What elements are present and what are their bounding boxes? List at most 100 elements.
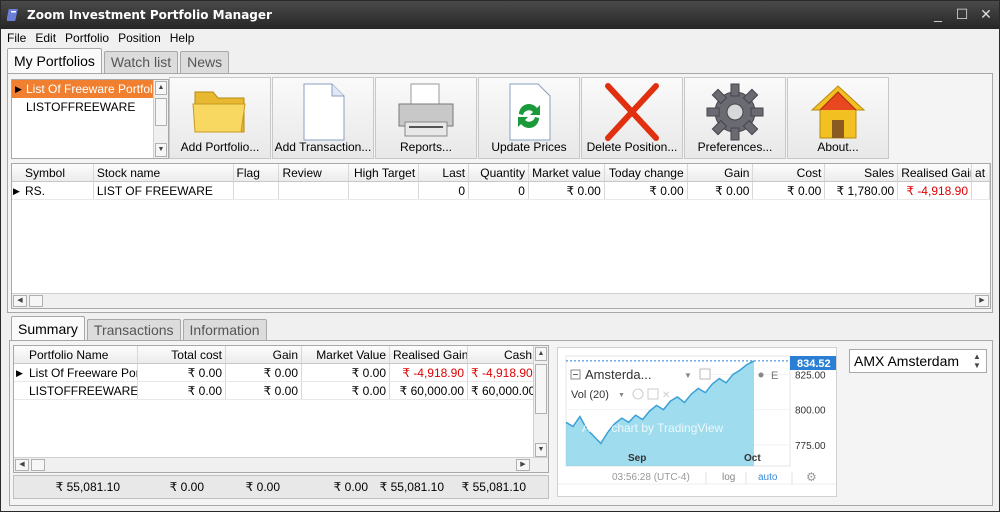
column-header[interactable]: Cash <box>468 346 536 363</box>
scroll-right-icon[interactable]: ▶ <box>516 459 530 471</box>
top-tab-bar: My Portfolios Watch list News <box>7 48 231 73</box>
tab-news[interactable]: News <box>180 51 230 73</box>
column-header[interactable]: Sales <box>825 164 899 181</box>
column-header[interactable]: at <box>972 164 990 181</box>
table-row[interactable]: ▶ RS. LIST OF FREEWARE 0 0 ₹ 0.00 ₹ 0.00… <box>12 182 990 200</box>
reports-button[interactable]: Reports... <box>375 77 477 159</box>
y-tick-label: 825.00 <box>795 370 826 381</box>
table-cell: LIST OF FREEWARE <box>94 182 234 199</box>
document-icon <box>303 83 345 141</box>
tab-watch-list[interactable]: Watch list <box>103 51 179 73</box>
scroll-down-icon[interactable]: ▼ <box>155 143 167 157</box>
column-header[interactable]: Stock name <box>94 164 234 181</box>
column-header[interactable]: Total cost <box>138 346 226 363</box>
column-header[interactable]: Last <box>419 164 470 181</box>
scroll-left-icon[interactable]: ◀ <box>15 459 29 471</box>
scroll-up-icon[interactable]: ▲ <box>535 347 547 361</box>
settings-box-icon[interactable] <box>699 368 711 380</box>
scroll-right-icon[interactable]: ▶ <box>975 295 989 307</box>
portfolio-list-label: LISTOFFREEWARE <box>26 100 136 114</box>
table-cell: ₹ -4,918.90 <box>390 364 468 381</box>
scroll-thumb[interactable] <box>29 295 43 307</box>
title-bar[interactable]: Zoom Investment Portfolio Manager _ ☐ ✕ <box>1 1 999 29</box>
column-header[interactable]: Realised Gain <box>898 164 973 181</box>
portfolio-list-item[interactable]: ▶ List Of Freeware Portfolio <box>12 80 168 98</box>
close-button[interactable]: ✕ <box>979 5 993 23</box>
table-cell: 0 <box>469 182 529 199</box>
column-header[interactable]: Symbol <box>22 164 94 181</box>
column-header[interactable]: Today change <box>605 164 688 181</box>
summary-hscrollbar[interactable]: ◀ ▶ <box>14 457 548 472</box>
app-window: Zoom Investment Portfolio Manager _ ☐ ✕ … <box>0 0 1000 512</box>
scroll-thumb[interactable] <box>31 459 45 471</box>
column-header[interactable]: Review <box>279 164 350 181</box>
column-header[interactable]: Gain <box>226 346 302 363</box>
remove-icon[interactable]: ✕ <box>662 390 670 401</box>
column-header[interactable]: Market Value <box>302 346 390 363</box>
table-cell: ₹ 0.00 <box>226 382 302 399</box>
portfolio-list[interactable]: ▶ List Of Freeware Portfolio LISTOFFREEW… <box>11 79 169 159</box>
summary-grid: Portfolio Name Total cost Gain Market Va… <box>13 345 549 473</box>
add-portfolio-button[interactable]: Add Portfolio... <box>169 77 271 159</box>
scroll-thumb[interactable] <box>155 98 167 126</box>
menu-file[interactable]: File <box>7 31 26 45</box>
menu-portfolio[interactable]: Portfolio <box>65 31 109 45</box>
chevron-down-icon[interactable]: ▼ <box>618 392 625 399</box>
table-cell: List Of Freeware Por <box>26 364 138 381</box>
portfolio-list-item[interactable]: LISTOFFREEWARE <box>12 98 168 116</box>
column-header[interactable]: Quantity <box>469 164 529 181</box>
positions-hscrollbar[interactable]: ◀ ▶ <box>12 293 990 308</box>
column-header[interactable]: Cost <box>753 164 826 181</box>
menu-help[interactable]: Help <box>170 31 195 45</box>
chevron-down-icon[interactable]: ▼ <box>684 371 692 380</box>
menu-bar: File Edit Portfolio Position Help <box>1 29 999 47</box>
scroll-up-icon[interactable]: ▲ <box>155 81 167 95</box>
scroll-left-icon[interactable]: ◀ <box>13 295 27 307</box>
gear-icon[interactable]: ⚙ <box>806 470 817 484</box>
row-pointer-icon: ▶ <box>16 368 23 378</box>
minimize-button[interactable]: _ <box>931 5 945 23</box>
tab-information[interactable]: Information <box>182 319 267 341</box>
index-selector[interactable]: AMX Amsterdam ▲ ▼ <box>849 349 987 373</box>
table-cell: ₹ 0.00 <box>688 182 754 199</box>
tab-summary[interactable]: Summary <box>11 316 85 341</box>
table-cell: ₹ 0.00 <box>605 182 688 199</box>
preferences-button[interactable]: Preferences... <box>684 77 786 159</box>
tab-transactions[interactable]: Transactions <box>86 319 181 341</box>
folder-icon <box>192 91 246 133</box>
about-button[interactable]: About... <box>787 77 889 159</box>
last-price-value: 834.52 <box>797 358 831 370</box>
total-realised-gain: ₹ 0.00 <box>333 480 368 494</box>
add-transaction-label: Add Transaction... <box>274 140 372 154</box>
scroll-down-icon[interactable]: ▼ <box>535 443 547 457</box>
maximize-button[interactable]: ☐ <box>955 5 969 23</box>
column-header[interactable]: Portfolio Name <box>26 346 138 363</box>
column-header[interactable]: Realised Gain <box>390 346 468 363</box>
chart-symbol-title: Amsterda... <box>585 367 651 382</box>
table-row[interactable]: LISTOFFREEWARE ₹ 0.00 ₹ 0.00 ₹ 0.00 ₹ 60… <box>14 382 548 400</box>
column-header[interactable]: Gain <box>688 164 754 181</box>
summary-vscrollbar[interactable]: ▲ ▼ <box>533 346 548 458</box>
price-chart[interactable]: 825.00 800.00 775.00 Sep Oct Amsterda... ▼ E… <box>558 348 836 496</box>
log-scale-toggle[interactable]: log <box>722 472 735 483</box>
preferences-label: Preferences... <box>697 140 773 154</box>
table-cell: ₹ 0.00 <box>753 182 826 199</box>
table-row[interactable]: ▶ List Of Freeware Por ₹ 0.00 ₹ 0.00 ₹ 0… <box>14 364 548 382</box>
update-prices-button[interactable]: Update Prices <box>478 77 580 159</box>
spinner-icon[interactable]: ▲ ▼ <box>970 352 984 370</box>
menu-position[interactable]: Position <box>118 31 161 45</box>
scroll-thumb[interactable] <box>535 364 547 414</box>
table-cell: ₹ -4,918.90 <box>468 364 536 381</box>
auto-scale-toggle[interactable]: auto <box>758 472 778 483</box>
portfolio-list-scrollbar[interactable]: ▲ ▼ <box>153 80 168 158</box>
menu-edit[interactable]: Edit <box>35 31 56 45</box>
tab-my-portfolios[interactable]: My Portfolios <box>7 48 102 73</box>
index-chart-widget[interactable]: 825.00 800.00 775.00 Sep Oct Amsterda... ▼ E… <box>557 347 837 497</box>
table-cell: 0 <box>419 182 470 199</box>
column-header[interactable]: High Target <box>349 164 420 181</box>
column-header[interactable]: Market value <box>529 164 605 181</box>
table-cell: ₹ 1,780.00 <box>825 182 899 199</box>
column-header[interactable]: Flag <box>234 164 280 181</box>
delete-position-button[interactable]: Delete Position... <box>581 77 683 159</box>
add-transaction-button[interactable]: Add Transaction... <box>272 77 374 159</box>
